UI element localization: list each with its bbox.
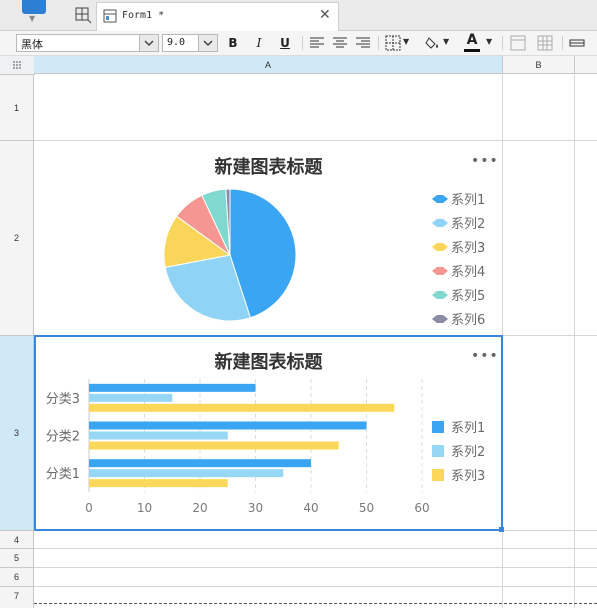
pie-plot: 系列1 系列2 系列3 系列4 系列5 系列6 [163,188,485,328]
toolbar-divider [302,36,303,50]
row-header-4[interactable]: 4 [0,531,34,549]
format-toolbar: 黑体 9.0 B I U ▼ ▼ A ▼ [0,31,597,56]
font-color-icon[interactable]: A [464,32,480,52]
cell-selection [34,335,503,531]
pie-chart[interactable]: 新建图表标题 ••• 系列1 系列2 系列3 系列4 系列5 系列6 [35,141,502,335]
font-size-select[interactable]: 9.0 [162,34,218,52]
row-header-6[interactable]: 6 [0,568,34,587]
legend-marker [432,243,448,251]
toolbar-divider [562,36,563,50]
font-family-select[interactable]: 黑体 [16,34,159,52]
column-header-a[interactable]: A [34,56,503,74]
legend-label[interactable]: 系列6 [451,313,485,328]
font-family-value: 黑体 [21,38,43,51]
row-header-1[interactable]: 1 [0,75,34,141]
insert-row-icon[interactable] [569,37,585,49]
chevron-down-icon[interactable]: ▼ [443,37,449,46]
select-all-corner[interactable] [0,56,35,75]
legend-label[interactable]: 系列3 [451,241,485,256]
toolbar-divider [502,36,503,50]
column-header-c[interactable] [575,56,597,74]
unmerge-cells-icon[interactable] [537,35,553,51]
page-break-line [34,603,597,604]
row-header-7[interactable]: 7 [0,587,34,608]
toolbar-divider [378,36,379,50]
align-center-icon[interactable] [332,36,348,50]
app-menu-arrow-icon[interactable]: ▼ [29,14,35,23]
merge-cells-icon[interactable] [510,35,526,51]
gridline [34,586,597,587]
font-color-glyph: A [466,32,478,48]
underline-button[interactable]: U [276,35,294,51]
chevron-down-icon[interactable]: ▼ [403,37,409,46]
italic-button[interactable]: I [250,35,268,51]
chevron-down-icon[interactable]: ▼ [486,37,492,46]
column-header-b[interactable]: B [503,56,575,74]
row-header-2[interactable]: 2 [0,141,34,336]
chevron-down-icon[interactable] [198,35,217,51]
border-icon[interactable] [385,35,401,51]
bold-button[interactable]: B [224,35,242,51]
fill-handle[interactable] [499,527,504,532]
legend-label[interactable]: 系列1 [451,193,485,208]
legend-label[interactable]: 系列2 [451,217,485,232]
legend-marker [432,291,448,299]
gridline [34,548,597,549]
grid-dots-icon [13,61,21,69]
tab-form1[interactable]: Form1 * ✕ [96,2,339,31]
legend-label[interactable]: 系列4 [451,265,485,280]
legend-marker [432,195,448,203]
legend-label[interactable]: 系列5 [451,289,485,304]
close-icon[interactable]: ✕ [319,7,331,23]
font-color-swatch [464,49,480,52]
fill-color-icon[interactable] [425,35,441,51]
legend-marker [432,219,448,227]
app-menu-icon[interactable] [22,0,46,14]
tab-bar: ▼ Form1 * ✕ [0,0,597,31]
legend-marker [432,267,448,275]
row-header-5[interactable]: 5 [0,549,34,568]
form-icon [103,9,117,23]
legend-marker [432,315,448,323]
add-sheet-icon[interactable] [74,6,92,24]
gridline [574,75,575,608]
font-size-value: 9.0 [167,37,186,48]
gridline [34,567,597,568]
chevron-down-icon[interactable] [139,35,158,51]
row-header-3[interactable]: 3 [0,336,34,531]
tab-form1-label: Form1 * [122,10,165,21]
align-right-icon[interactable] [355,36,371,50]
align-left-icon[interactable] [309,36,325,50]
